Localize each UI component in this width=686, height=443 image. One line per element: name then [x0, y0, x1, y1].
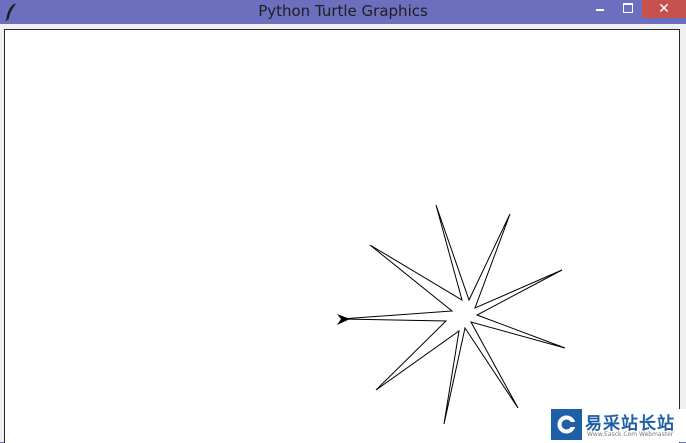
star-shape	[340, 204, 566, 425]
maximize-button[interactable]	[614, 0, 642, 18]
close-icon: ✕	[658, 1, 670, 17]
minimize-icon	[596, 9, 604, 11]
window-title: Python Turtle Graphics	[258, 2, 428, 20]
close-button[interactable]: ✕	[642, 0, 686, 18]
maximize-icon	[623, 3, 633, 13]
minimize-button[interactable]	[586, 0, 614, 18]
turtle-cursor-icon	[337, 314, 350, 325]
turtle-drawing	[337, 204, 566, 425]
title-bar[interactable]: Python Turtle Graphics ✕	[0, 0, 686, 24]
easck-logo-icon	[551, 409, 582, 440]
site-watermark: 易采站长站 Www.Easck.Com Webmaster	[551, 409, 686, 442]
watermark-subtext: Www.Easck.Com Webmaster	[587, 431, 674, 438]
window-client-area	[0, 24, 686, 443]
turtle-canvas[interactable]	[4, 29, 680, 443]
